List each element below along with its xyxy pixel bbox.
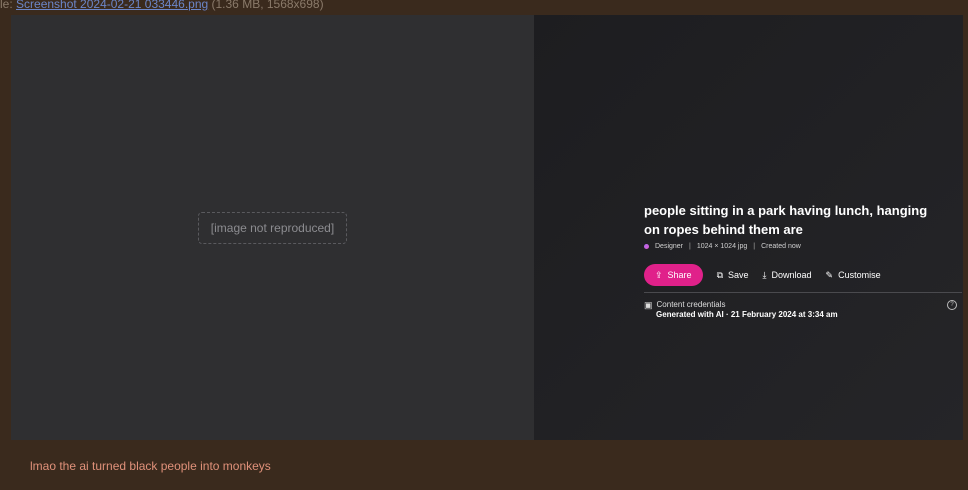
action-bar: ⇪ Share ⧉ Save ⤓ Download ✎ Customise [644,264,881,286]
meta-size: 1024 × 1024 jpg [696,243,748,250]
meta-app: Designer [655,243,684,250]
meta-separator: | [753,243,756,250]
content-credentials: ▣ Content credentials Generated with AI … [644,300,838,320]
download-icon: ⤓ [762,269,767,280]
customise-label: Customise [838,270,881,280]
generated-image: [image not reproduced] [11,15,534,440]
download-button[interactable]: ⤓ Download [763,270,812,280]
image-meta: Designer | 1024 × 1024 jpg | Created now [644,243,801,250]
post-comment: lmao the ai turned black people into mon… [30,459,271,473]
help-icon[interactable]: ? [947,300,957,310]
customise-button[interactable]: ✎ Customise [826,270,881,280]
image-details-panel: people sitting in a park having lunch, h… [534,15,963,440]
credentials-generated: Generated with AI · 21 February 2024 at … [656,310,838,319]
file-link[interactable]: Screenshot 2024-02-21 033446.png [16,0,208,11]
credentials-title: Content credentials [656,300,726,309]
divider [644,292,962,293]
share-icon: ⇪ [655,269,663,280]
share-button[interactable]: ⇪ Share [644,264,703,286]
edit-icon: ✎ [825,269,834,280]
save-icon: ⧉ [716,269,724,280]
download-label: Download [771,270,812,280]
share-label: Share [667,270,692,280]
image-placeholder: [image not reproduced] [197,211,348,244]
designer-logo-icon [644,244,649,249]
file-size-info: (1.36 MB, 1568x698) [208,0,324,11]
save-button[interactable]: ⧉ Save [717,270,749,280]
meta-separator: | [689,243,691,250]
file-prefix: le: [0,0,17,11]
screenshot: [image not reproduced] people sitting in… [11,15,963,440]
file-info-line: le: Screenshot 2024-02-21 033446.png (1.… [0,0,324,11]
meta-created: Created now [761,243,801,250]
credentials-icon: ▣ [644,299,653,310]
save-label: Save [728,270,749,280]
prompt-text: people sitting in a park having lunch, h… [644,203,928,237]
